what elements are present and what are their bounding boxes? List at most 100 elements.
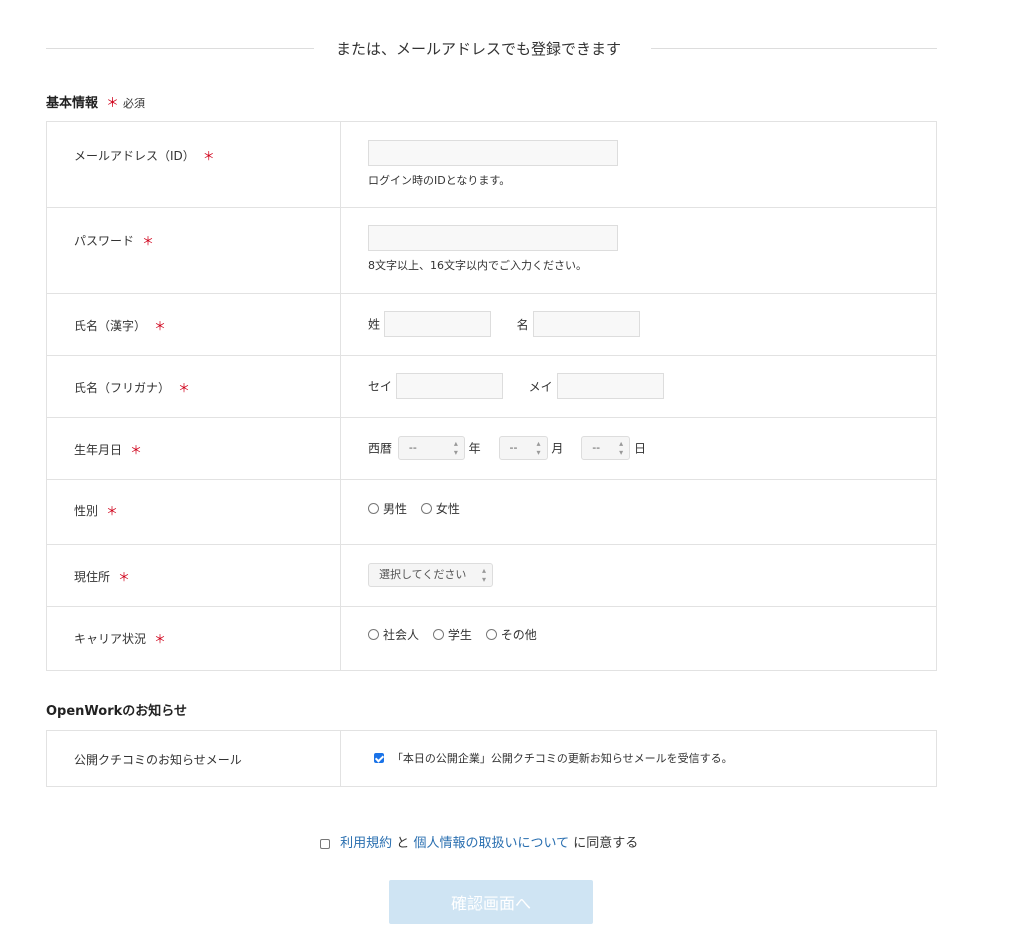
divider: または、メールアドレスでも登録できます <box>46 36 937 60</box>
year-label: 年 <box>468 441 481 456</box>
password-field-cell: 8文字以上、16文字以内でご入力ください。 <box>341 208 936 293</box>
required-star: ＊ <box>118 570 131 584</box>
terms-link[interactable]: 利用規約 <box>340 836 392 851</box>
career-employed-label: 社会人 <box>383 628 420 642</box>
era-label: 西暦 <box>368 441 393 456</box>
required-star: ＊ <box>130 443 143 457</box>
year-select[interactable]: -- ▴ ▾ <box>397 436 465 460</box>
row-birthday: 生年月日 ＊ 西暦 -- ▴ ▾ 年 -- ▴ ▾ 月 -- ▴ ▾ 日 <box>47 418 936 480</box>
birthday-label-text: 生年月日 <box>74 443 123 457</box>
password-input[interactable] <box>368 225 618 251</box>
agree-suffix-text: に同意する <box>573 836 639 851</box>
career-label: キャリア状況 ＊ <box>47 607 341 670</box>
required-star: ＊ <box>106 504 119 518</box>
password-label-text: パスワード <box>74 234 135 248</box>
month-select-value: -- <box>509 441 518 454</box>
notice-mail-checkbox-label: 「本日の公開企業」公開クチコミの更新お知らせメールを受信する。 <box>391 752 733 765</box>
gender-male-label: 男性 <box>383 502 408 516</box>
row-gender: 性別 ＊ 男性 女性 <box>47 480 936 545</box>
email-label: メールアドレス（ID） ＊ <box>47 122 341 207</box>
divider-line-right <box>651 48 937 49</box>
select-arrows-icon: ▴ ▾ <box>453 439 458 457</box>
password-hint: 8文字以上、16文字以内でご入力ください。 <box>368 259 587 272</box>
first-name-kana-input[interactable] <box>556 373 664 399</box>
row-name-kana: 氏名（フリガナ） ＊ セイ メイ <box>47 356 936 418</box>
row-password: パスワード ＊ 8文字以上、16文字以内でご入力ください。 <box>47 208 936 294</box>
day-select-value: -- <box>592 441 601 454</box>
row-name-kanji: 氏名（漢字） ＊ 姓 名 <box>47 294 936 356</box>
required-star: ＊ <box>106 96 120 111</box>
row-career: キャリア状況 ＊ 社会人 学生 その他 <box>47 607 936 670</box>
required-star: ＊ <box>178 381 191 395</box>
first-name-label: 名 <box>516 317 529 332</box>
privacy-link[interactable]: 個人情報の取扱いについて <box>413 836 569 851</box>
gender-label: 性別 ＊ <box>47 480 341 544</box>
address-field-cell: 選択してください ▴ ▾ <box>341 545 936 606</box>
name-kana-field-cell: セイ メイ <box>341 356 936 417</box>
address-label-text: 現住所 <box>74 570 111 584</box>
name-kana-label-text: 氏名（フリガナ） <box>74 381 171 395</box>
first-name-kana-label: メイ <box>528 379 553 394</box>
notice-mail-field-cell: 「本日の公開企業」公開クチコミの更新お知らせメールを受信する。 <box>341 731 936 786</box>
career-student-radio[interactable] <box>432 629 444 640</box>
basic-info-title: 基本情報 ＊必須 <box>46 92 145 111</box>
row-address: 現住所 ＊ 選択してください ▴ ▾ <box>47 545 936 607</box>
row-email: メールアドレス（ID） ＊ ログイン時のIDとなります。 <box>47 122 936 208</box>
career-label-text: キャリア状況 <box>74 632 147 646</box>
name-kanji-label-text: 氏名（漢字） <box>74 319 147 333</box>
career-other-radio[interactable] <box>485 629 497 640</box>
confirm-button[interactable]: 確認画面へ <box>389 880 593 924</box>
last-name-kana-input[interactable] <box>395 373 503 399</box>
name-kanji-label: 氏名（漢字） ＊ <box>47 294 341 355</box>
required-star: ＊ <box>142 234 155 248</box>
gender-field-cell: 男性 女性 <box>341 480 936 544</box>
career-other-label: その他 <box>500 628 537 642</box>
notice-table: 公開クチコミのお知らせメール 「本日の公開企業」公開クチコミの更新お知らせメール… <box>46 730 937 787</box>
basic-info-table: メールアドレス（ID） ＊ ログイン時のIDとなります。 パスワード ＊ 8文字以上… <box>46 121 937 671</box>
select-arrows-icon: ▴ ▾ <box>619 439 624 457</box>
address-label: 現住所 ＊ <box>47 545 341 606</box>
gender-label-text: 性別 <box>74 504 99 518</box>
required-star: ＊ <box>202 149 215 163</box>
select-arrows-icon: ▴ ▾ <box>481 566 486 584</box>
required-star: ＊ <box>154 319 167 333</box>
last-name-input[interactable] <box>383 311 491 337</box>
required-star: ＊ <box>154 632 167 646</box>
email-field-cell: ログイン時のIDとなります。 <box>341 122 936 207</box>
career-student-label: 学生 <box>447 628 472 642</box>
notice-mail-label: 公開クチコミのお知らせメール <box>47 731 341 786</box>
career-field-cell: 社会人 学生 その他 <box>341 607 936 670</box>
name-kanji-field-cell: 姓 名 <box>341 294 936 355</box>
address-select-value: 選択してください <box>379 568 467 581</box>
notice-title: OpenWorkのお知らせ <box>46 704 188 719</box>
day-label: 日 <box>634 441 647 456</box>
address-select[interactable]: 選択してください ▴ ▾ <box>368 563 493 587</box>
agree-line: 利用規約 と 個人情報の取扱いについて に同意する <box>320 832 638 851</box>
email-input[interactable] <box>368 140 618 166</box>
birthday-label: 生年月日 ＊ <box>47 418 341 479</box>
divider-text: または、メールアドレスでも登録できます <box>336 40 622 58</box>
month-label: 月 <box>551 441 564 456</box>
divider-line-left <box>46 48 314 49</box>
career-employed-radio[interactable] <box>368 629 379 640</box>
last-name-label: 姓 <box>368 317 381 332</box>
name-kana-label: 氏名（フリガナ） ＊ <box>47 356 341 417</box>
gender-female-radio[interactable] <box>420 503 432 514</box>
agree-and-text: と <box>396 836 410 851</box>
gender-female-label: 女性 <box>435 502 460 516</box>
password-label: パスワード ＊ <box>47 208 341 293</box>
last-name-kana-label: セイ <box>368 379 393 394</box>
email-label-text: メールアドレス（ID） <box>74 149 195 163</box>
required-legend: 必須 <box>123 97 146 110</box>
first-name-input[interactable] <box>532 311 640 337</box>
gender-male-radio[interactable] <box>368 503 379 514</box>
select-arrows-icon: ▴ ▾ <box>536 439 541 457</box>
email-hint: ログイン時のIDとなります。 <box>368 174 511 187</box>
birthday-field-cell: 西暦 -- ▴ ▾ 年 -- ▴ ▾ 月 -- ▴ ▾ 日 <box>341 418 936 479</box>
month-select[interactable]: -- ▴ ▾ <box>498 436 548 460</box>
year-select-value: -- <box>408 441 417 454</box>
row-notice-mail: 公開クチコミのお知らせメール 「本日の公開企業」公開クチコミの更新お知らせメール… <box>47 731 936 786</box>
day-select[interactable]: -- ▴ ▾ <box>581 436 631 460</box>
notice-mail-checkbox[interactable] <box>374 753 384 763</box>
agree-checkbox[interactable] <box>320 838 330 849</box>
